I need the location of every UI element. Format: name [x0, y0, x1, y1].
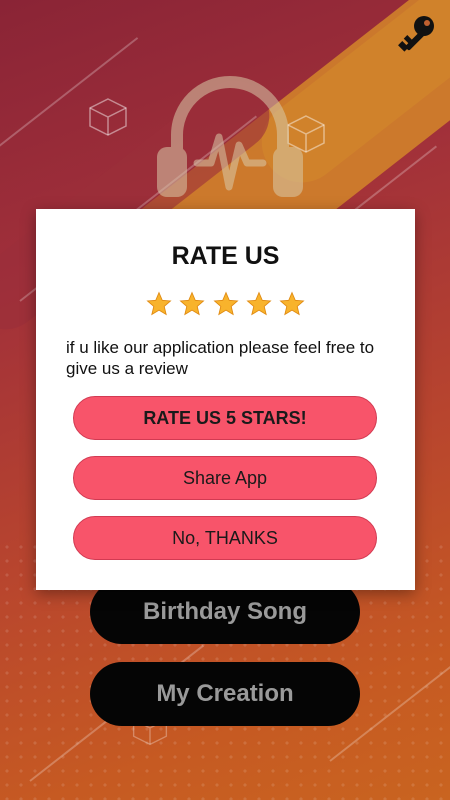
headphones-icon — [157, 76, 303, 197]
rate-5-stars-button[interactable]: RATE US 5 STARS! — [73, 396, 377, 440]
no-thanks-button[interactable]: No, THANKS — [73, 516, 377, 560]
share-app-button[interactable]: Share App — [73, 456, 377, 500]
key-icon[interactable] — [396, 14, 436, 54]
my-creation-button[interactable]: My Creation — [90, 662, 360, 726]
dialog-message: if u like our application please feel fr… — [66, 338, 375, 378]
star-icon[interactable] — [279, 291, 305, 317]
dialog-title: RATE US — [171, 242, 280, 270]
star-icon[interactable] — [246, 291, 272, 317]
rate-us-dialog: RATE US if u like our application please… — [36, 209, 415, 590]
star-icon[interactable] — [146, 291, 172, 317]
star-icon[interactable] — [179, 291, 205, 317]
star-rating[interactable] — [36, 291, 415, 322]
star-icon[interactable] — [212, 291, 239, 317]
cube-icon — [89, 98, 127, 136]
